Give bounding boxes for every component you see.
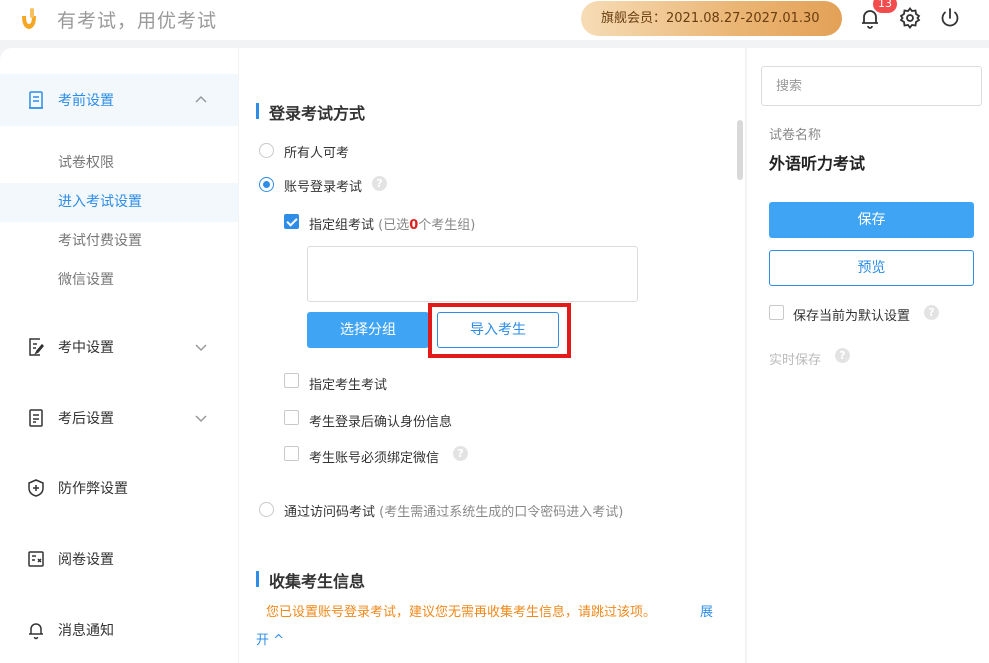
group-hint-prefix: (已选 xyxy=(378,218,410,233)
sidebar-item-paper-permission[interactable]: 试卷权限 xyxy=(0,144,238,183)
sidebar-group-label: 防作弊设置 xyxy=(58,481,128,497)
search-input[interactable] xyxy=(761,66,982,106)
scrollbar-thumb[interactable] xyxy=(737,120,743,180)
radio-everyone[interactable] xyxy=(259,143,274,158)
slogan: 有考试，用优考试 xyxy=(57,10,218,32)
group-exam-text: 指定组考试 xyxy=(309,218,375,233)
grading-icon xyxy=(28,551,44,567)
checkbox-group-exam[interactable] xyxy=(284,214,299,229)
sidebar-item-wechat-settings[interactable]: 微信设置 xyxy=(0,261,238,300)
sidebar-group-notifications[interactable]: 消息通知 xyxy=(0,604,238,656)
sidebar-group-during-exam[interactable]: 考中设置 xyxy=(0,321,238,373)
access-code-text: 通过访问码考试 xyxy=(284,505,376,520)
score-icon xyxy=(29,409,43,427)
sidebar-group-post-exam[interactable]: 考后设置 xyxy=(0,392,238,444)
option-confirm-identity-label[interactable]: 考生登录后确认身份信息 xyxy=(309,411,452,430)
chevron-down-icon xyxy=(195,344,207,352)
power-icon[interactable] xyxy=(938,6,962,30)
shield-icon xyxy=(28,479,44,497)
default-setting-label[interactable]: 保存当前为默认设置 xyxy=(793,305,910,324)
sidebar-group-label: 考中设置 xyxy=(58,340,114,356)
chevron-up-icon xyxy=(195,95,207,103)
realtime-save-label: 实时保存 xyxy=(769,353,822,368)
option-group-exam-label[interactable]: 指定组考试 (已选0个考生组) xyxy=(309,214,475,233)
paper-name-label: 试卷名称 xyxy=(769,128,822,143)
selected-groups-box[interactable] xyxy=(307,246,638,302)
document-icon xyxy=(29,91,43,109)
sidebar-group-label: 阅卷设置 xyxy=(58,552,114,568)
help-icon[interactable]: ? xyxy=(372,176,387,191)
sidebar-item-payment-settings[interactable]: 考试付费设置 xyxy=(0,222,238,261)
checkbox-default-setting[interactable] xyxy=(769,305,784,320)
select-group-button[interactable]: 选择分组 xyxy=(307,312,429,348)
radio-access-code[interactable] xyxy=(259,502,274,517)
collect-info-section-title: 收集考生信息 xyxy=(256,568,365,592)
login-method-section-title: 登录考试方式 xyxy=(256,100,365,124)
logo-icon xyxy=(22,8,36,29)
sidebar-group-pre-exam[interactable]: 考前设置 xyxy=(0,74,238,126)
radio-account-login[interactable] xyxy=(259,177,274,192)
paper-name: 外语听力考试 xyxy=(769,154,866,173)
sidebar-group-label: 考前设置 xyxy=(58,93,114,109)
collect-info-warning: 您已设置账号登录考试，建议您无需再收集考生信息，请跳过该项。 xyxy=(266,605,657,620)
selected-group-count: 0 xyxy=(409,218,419,233)
preview-button[interactable]: 预览 xyxy=(769,250,974,286)
sidebar-group-label: 消息通知 xyxy=(58,623,114,639)
notification-count-badge: 13 xyxy=(873,0,897,13)
save-button[interactable]: 保存 xyxy=(769,202,974,238)
checkbox-specified-candidate[interactable] xyxy=(284,373,299,388)
sidebar-item-entry-settings[interactable]: 进入考试设置 xyxy=(0,183,238,222)
sidebar-group-label: 考后设置 xyxy=(58,411,114,427)
help-icon[interactable]: ? xyxy=(924,305,939,320)
option-bind-wechat-label[interactable]: 考生账号必须绑定微信 xyxy=(309,447,439,466)
checkbox-bind-wechat[interactable] xyxy=(284,446,299,461)
option-account-login-label[interactable]: 账号登录考试 xyxy=(284,176,362,195)
chevron-down-icon xyxy=(195,415,207,423)
expand-link[interactable]: 展 xyxy=(700,601,713,620)
sidebar-group-grading[interactable]: 阅卷设置 xyxy=(0,533,238,585)
option-specified-candidate-label[interactable]: 指定考生考试 xyxy=(309,374,387,393)
help-icon[interactable]: ? xyxy=(835,348,850,363)
option-access-code-label[interactable]: 通过访问码考试 (考生需通过系统生成的口令密码进入考试) xyxy=(284,501,623,520)
checkbox-confirm-identity[interactable] xyxy=(284,410,299,425)
group-hint-suffix: 个考生组) xyxy=(418,218,476,233)
vip-membership-badge[interactable]: 旗舰会员：2021.08.27-2027.01.30 xyxy=(581,1,842,36)
bell-icon xyxy=(29,623,43,640)
top-bar: 有考试，用优考试 旗舰会员：2021.08.27-2027.01.30 13 xyxy=(0,0,989,40)
edit-icon xyxy=(29,338,45,356)
option-everyone-label[interactable]: 所有人可考 xyxy=(284,142,349,161)
sidebar-group-anti-cheat[interactable]: 防作弊设置 xyxy=(0,462,238,514)
highlight-annotation-box xyxy=(428,303,571,358)
help-icon[interactable]: ? xyxy=(453,446,468,461)
access-code-hint: (考生需通过系统生成的口令密码进入考试) xyxy=(379,505,624,520)
gear-icon[interactable] xyxy=(898,6,922,30)
expand-link-continued[interactable]: 开 ^ xyxy=(256,629,284,648)
